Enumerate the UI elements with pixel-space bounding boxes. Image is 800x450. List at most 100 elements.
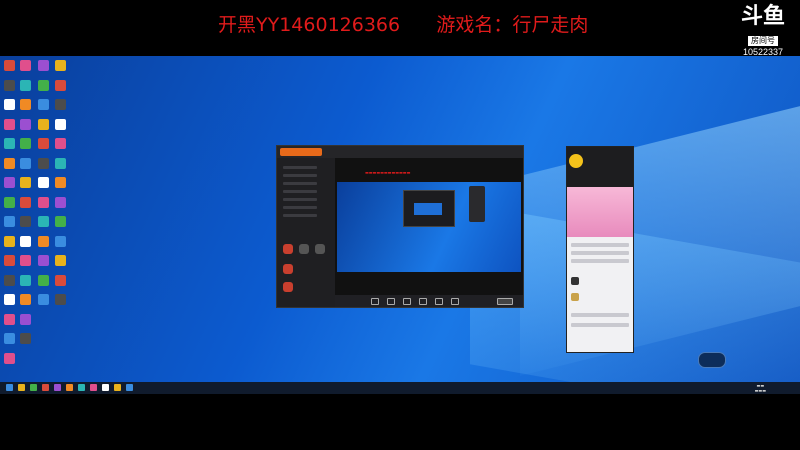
desktop-shortcut-icon[interactable] [38, 118, 49, 130]
sidebar-item[interactable] [283, 206, 317, 209]
desktop-shortcut-icon[interactable] [4, 313, 15, 325]
desktop-shortcut-icon[interactable] [4, 274, 15, 286]
taskbar-app-icon[interactable] [30, 384, 37, 391]
desktop-shortcut-icon[interactable] [20, 177, 31, 188]
desktop-shortcut-icon[interactable] [55, 157, 66, 169]
desktop-shortcut-icon[interactable] [55, 196, 66, 208]
desktop-shortcut-icon[interactable] [4, 60, 15, 71]
desktop-shortcut-icon[interactable] [20, 294, 31, 305]
sidebar-item[interactable] [283, 214, 317, 217]
desktop-shortcut-icon[interactable] [4, 79, 15, 91]
phone-list-row[interactable] [571, 259, 629, 263]
start-live-button[interactable] [497, 298, 513, 305]
tool-button[interactable] [299, 244, 309, 254]
desktop-shortcut-icon[interactable] [38, 274, 49, 286]
desktop-shortcut-icon[interactable] [20, 79, 31, 91]
desktop-shortcut-icon[interactable] [38, 99, 49, 110]
desktop-shortcut-icon[interactable] [55, 99, 66, 110]
desktop-shortcut-icon[interactable] [55, 294, 66, 305]
taskbar-app-icon[interactable] [66, 384, 73, 391]
mic-icon[interactable] [371, 298, 379, 305]
sidebar-item[interactable] [283, 190, 317, 193]
app-toolbar[interactable] [335, 295, 523, 307]
desktop-shortcut-icon[interactable] [4, 255, 15, 266]
desktop-shortcut-icon[interactable] [4, 216, 15, 227]
sidebar-item[interactable] [283, 198, 317, 201]
floating-tray-icon[interactable] [698, 352, 726, 368]
desktop-shortcut-icon[interactable] [4, 235, 15, 247]
desktop-shortcut-icon[interactable] [20, 60, 31, 71]
app-titlebar[interactable] [277, 146, 523, 158]
speaker-icon[interactable] [387, 298, 395, 305]
desktop-shortcut-icon[interactable] [38, 255, 49, 266]
desktop-shortcut-icon[interactable] [38, 235, 49, 247]
desktop-shortcut-icon[interactable] [4, 118, 15, 130]
start-icon[interactable] [6, 384, 13, 391]
desktop-shortcut-icon[interactable] [20, 274, 31, 286]
desktop-shortcut-icon[interactable] [55, 255, 66, 266]
desktop-shortcut-icon[interactable] [38, 79, 49, 91]
streaming-app-window[interactable]: ▬▬▬▬▬▬▬▬▬▬▬▬ [276, 145, 524, 308]
desktop-icons[interactable] [0, 56, 80, 382]
desktop-shortcut-icon[interactable] [4, 177, 15, 188]
app-sidebar[interactable] [277, 158, 335, 307]
phone-list-row[interactable] [571, 251, 629, 255]
desktop-shortcut-icon[interactable] [55, 216, 66, 227]
desktop-shortcut-icon[interactable] [4, 157, 15, 169]
desktop-shortcut-icon[interactable] [4, 99, 15, 110]
taskbar-app-icon[interactable] [90, 384, 97, 391]
desktop-shortcut-icon[interactable] [55, 79, 66, 91]
record-icon[interactable] [419, 298, 427, 305]
settings-icon[interactable] [435, 298, 443, 305]
live-button[interactable] [283, 244, 293, 254]
tool-button[interactable] [315, 244, 325, 254]
desktop-shortcut-icon[interactable] [20, 255, 31, 266]
sidebar-item[interactable] [283, 182, 317, 185]
desktop-shortcut-icon[interactable] [20, 333, 31, 344]
desktop-shortcut-icon[interactable] [55, 60, 66, 71]
desktop-shortcut-icon[interactable] [55, 274, 66, 286]
desktop-shortcut-icon[interactable] [55, 118, 66, 130]
desktop-shortcut-icon[interactable] [55, 235, 66, 247]
desktop-shortcut-icon[interactable] [38, 138, 49, 149]
desktop-shortcut-icon[interactable] [38, 157, 49, 169]
desktop-shortcut-icon[interactable] [20, 196, 31, 208]
phone-list-row[interactable] [571, 243, 629, 247]
desktop-shortcut-icon[interactable] [20, 157, 31, 169]
phone-mirror-window[interactable] [566, 146, 634, 353]
phone-list-row[interactable] [571, 313, 629, 317]
effects-icon[interactable] [451, 298, 459, 305]
desktop-shortcut-icon[interactable] [20, 118, 31, 130]
taskbar-app-icon[interactable] [102, 384, 109, 391]
taskbar-app-icon[interactable] [126, 384, 133, 391]
desktop-shortcut-icon[interactable] [20, 235, 31, 247]
taskbar-app-icon[interactable] [78, 384, 85, 391]
desktop-shortcut-icon[interactable] [20, 99, 31, 110]
taskbar-app-icon[interactable] [114, 384, 121, 391]
taskbar-app-icon[interactable] [54, 384, 61, 391]
taskbar[interactable]: ▬▬ ▬▬▬ [0, 382, 800, 394]
desktop-shortcut-icon[interactable] [38, 177, 49, 188]
desktop-shortcut-icon[interactable] [20, 216, 31, 227]
desktop-shortcut-icon[interactable] [38, 294, 49, 305]
desktop-shortcut-icon[interactable] [4, 333, 15, 344]
taskbar-app-icon[interactable] [18, 384, 25, 391]
desktop-shortcut-icon[interactable] [4, 352, 15, 364]
phone-list-row[interactable] [571, 323, 629, 327]
sidebar-item[interactable] [283, 166, 317, 169]
desktop-shortcut-icon[interactable] [38, 196, 49, 208]
taskbar-app-icon[interactable] [42, 384, 49, 391]
desktop-shortcut-icon[interactable] [38, 60, 49, 71]
desktop-shortcut-icon[interactable] [55, 138, 66, 149]
desktop-shortcut-icon[interactable] [4, 294, 15, 305]
desktop-shortcut-icon[interactable] [4, 196, 15, 208]
phone-item-icon[interactable] [571, 277, 579, 285]
tool-button[interactable] [283, 264, 293, 274]
desktop-shortcut-icon[interactable] [20, 138, 31, 149]
sidebar-item[interactable] [283, 174, 317, 177]
desktop-shortcut-icon[interactable] [20, 313, 31, 325]
phone-item-icon[interactable] [571, 293, 579, 301]
tool-button[interactable] [283, 282, 293, 292]
desktop-shortcut-icon[interactable] [4, 138, 15, 149]
desktop-shortcut-icon[interactable] [38, 216, 49, 227]
